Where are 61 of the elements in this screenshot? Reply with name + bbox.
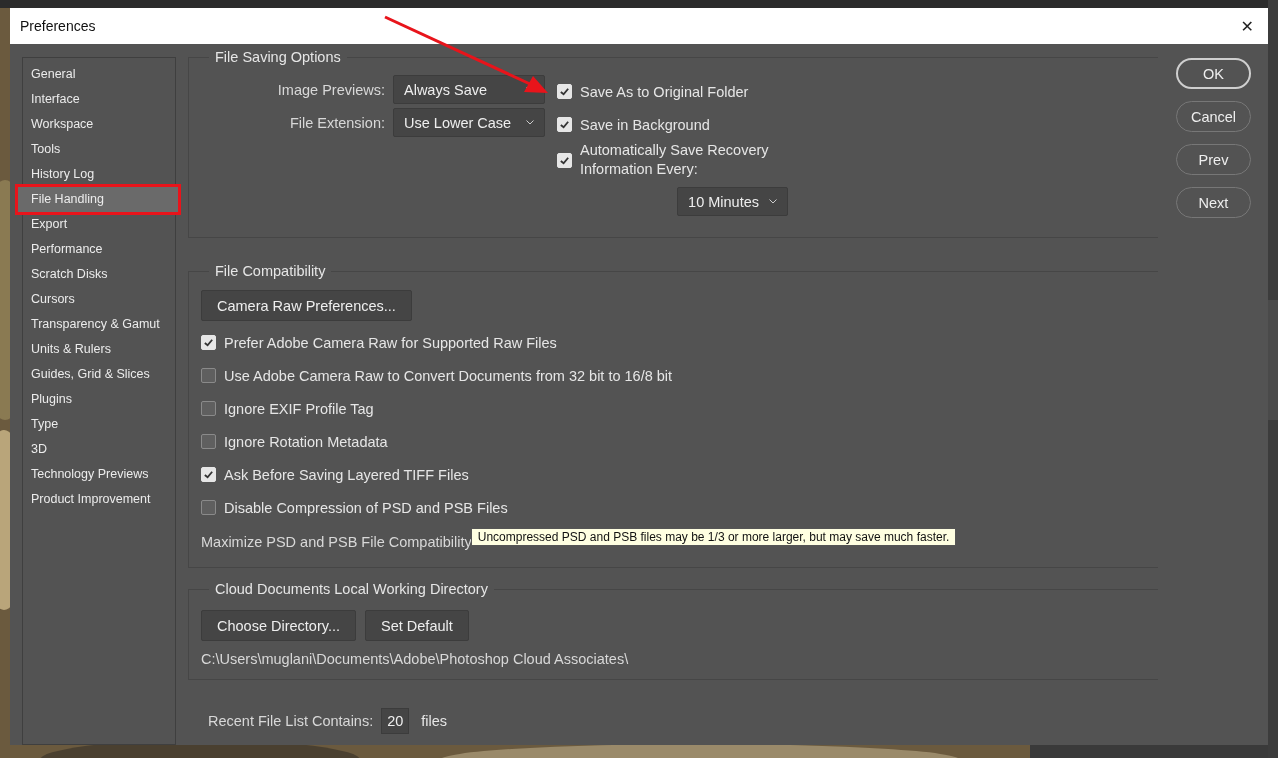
dialog-button[interactable]: Prev	[1176, 144, 1251, 175]
sidebar-item[interactable]: Guides, Grid & Slices	[24, 362, 174, 387]
checkbox-label: Ignore Rotation Metadata	[224, 433, 388, 450]
sidebar-item[interactable]: 3D	[24, 437, 174, 462]
checkbox-label: Ignore EXIF Profile Tag	[224, 400, 374, 417]
dropdown[interactable]: Use Lower Case	[393, 108, 545, 137]
dropdown[interactable]: Always Save	[393, 75, 545, 104]
sidebar-item[interactable]: Interface	[24, 87, 174, 112]
check-icon	[203, 337, 214, 348]
sidebar-item[interactable]: Performance	[24, 237, 174, 262]
close-button[interactable]: ✕	[1236, 14, 1258, 38]
checkbox-label: Disable Compression of PSD and PSB Files	[224, 499, 508, 516]
sidebar-item[interactable]: Cursors	[24, 287, 174, 312]
sidebar-item[interactable]: Export	[24, 212, 174, 237]
dialog-button[interactable]: Choose Directory...	[201, 610, 357, 641]
sidebar-item[interactable]: Workspace	[24, 112, 174, 137]
sidebar-item[interactable]: Plugins	[24, 387, 174, 412]
checkbox-label: Automatically Save Recovery Information Every:	[580, 141, 770, 179]
tooltip: Uncompressed PSD and PSB files may be 1/3 or more larger, but may save much faster.	[470, 528, 957, 546]
sidebar-item[interactable]: Units & Rulers	[24, 337, 174, 362]
field-label: Image Previews:	[277, 81, 385, 98]
dialog-button[interactable]: Next	[1176, 187, 1251, 218]
sidebar-item[interactable]: Tools	[24, 137, 174, 162]
sidebar-item[interactable]: File Handling	[18, 187, 178, 212]
camera-raw-button[interactable]: Camera Raw Preferences...	[201, 290, 412, 321]
check-icon	[203, 469, 214, 480]
unit-label: files	[421, 713, 447, 729]
sidebar-item[interactable]: Product Improvement	[24, 487, 174, 512]
checkbox-label: Prefer Adobe Camera Raw for Supported Raw Files	[224, 334, 557, 351]
group-title: File Compatibility	[209, 263, 332, 279]
checkbox[interactable]	[201, 500, 216, 515]
dropdown[interactable]: 10 Minutes	[677, 187, 788, 216]
group-title: File Saving Options	[209, 49, 347, 65]
sidebar-item[interactable]: General	[24, 62, 174, 87]
sidebar-item[interactable]: Type	[24, 412, 174, 437]
chevron-down-icon	[526, 120, 534, 125]
field-label: File Extension:	[289, 114, 385, 131]
window-title: Preferences	[20, 18, 96, 34]
group-title: Cloud Documents Local Working Directory	[209, 581, 494, 597]
check-icon	[559, 154, 570, 166]
sidebar-item[interactable]: History Log	[24, 162, 174, 187]
input-field[interactable]: 20	[381, 708, 410, 734]
checkbox[interactable]	[201, 434, 216, 449]
directory-path: C:\Users\muglani\Documents\Adobe\Photoshop Cloud Associates\	[201, 651, 630, 667]
field-label: Recent File List Contains:	[208, 713, 374, 729]
checkbox-label: Save in Background	[580, 116, 710, 133]
check-icon	[559, 119, 570, 130]
dialog-button[interactable]: OK	[1176, 58, 1251, 89]
checkbox[interactable]	[201, 401, 216, 416]
field-label: Maximize PSD and PSB File Compatibility	[201, 533, 472, 552]
check-icon	[559, 86, 570, 97]
checkbox-label: Ask Before Saving Layered TIFF Files	[224, 466, 469, 483]
sidebar-item[interactable]: Technology Previews	[24, 462, 174, 487]
chevron-down-icon	[769, 199, 777, 204]
checkbox[interactable]	[201, 368, 216, 383]
sidebar-item[interactable]: Transparency & Gamut	[24, 312, 174, 337]
sidebar-item[interactable]: Scratch Disks	[24, 262, 174, 287]
checkbox-label: Save As to Original Folder	[580, 83, 749, 100]
checkbox-label: Use Adobe Camera Raw to Convert Documents from 32 bit to 16/8 bit	[224, 367, 673, 384]
dialog-button[interactable]: Cancel	[1176, 101, 1251, 132]
dialog-button[interactable]: Set Default	[365, 610, 469, 641]
